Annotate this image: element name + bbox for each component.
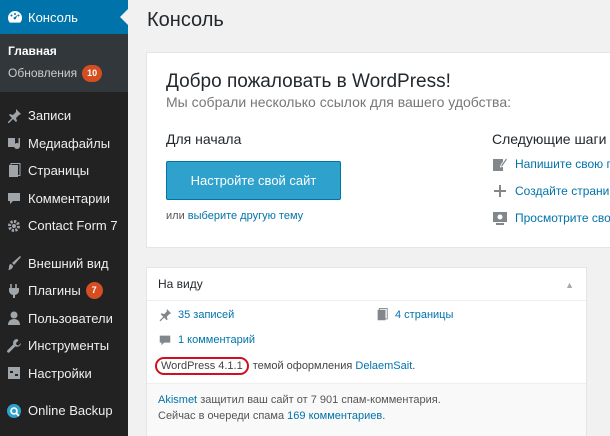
akismet-text: защитил ваш сайт от 7 901 спам-комментар… bbox=[200, 394, 441, 406]
theme-text: темой оформления bbox=[252, 360, 353, 372]
plugin-update-badge: 7 bbox=[85, 282, 103, 300]
queue-text: Сейчас в очереди спама bbox=[158, 410, 285, 422]
customize-site-button[interactable]: Настройте свой сайт bbox=[166, 161, 341, 200]
akismet-line: Akismet защитил ваш сайт от 7 901 спам-к… bbox=[158, 392, 575, 408]
version-line: WordPress 4.1.1 темой оформления DelaemS… bbox=[155, 357, 415, 375]
spam-queue-link[interactable]: 169 комментариев bbox=[287, 410, 382, 422]
widget-header[interactable]: На виду ▲ bbox=[147, 268, 586, 301]
brush-icon bbox=[6, 255, 22, 271]
pin-icon bbox=[158, 308, 172, 322]
sidebar-item-label: Комментарии bbox=[28, 190, 110, 206]
pages-count[interactable]: 4 страницы bbox=[375, 308, 453, 322]
wordpress-version: WordPress 4.1.1 bbox=[155, 357, 249, 375]
sidebar-item-settings[interactable]: Настройки bbox=[0, 360, 128, 388]
plus-icon bbox=[492, 183, 508, 199]
sidebar-item-plugins[interactable]: Плагины 7 bbox=[0, 277, 128, 305]
pin-icon bbox=[6, 108, 22, 124]
sidebar-item-appearance[interactable]: Внешний вид bbox=[0, 250, 128, 278]
update-count-badge: 10 bbox=[82, 64, 103, 82]
submenu-item-home[interactable]: Главная bbox=[0, 40, 128, 62]
page-icon bbox=[375, 308, 389, 322]
collapse-arrow-icon[interactable]: ▲ bbox=[565, 280, 574, 290]
period: . bbox=[412, 360, 416, 372]
welcome-panel: Добро пожаловать в WordPress! Мы собрали… bbox=[146, 52, 610, 248]
sidebar-item-users[interactable]: Пользователи bbox=[0, 305, 128, 333]
main-content: Консоль Добро пожаловать в WordPress! Мы… bbox=[128, 0, 610, 436]
sidebar-item-pages[interactable]: Страницы bbox=[0, 157, 128, 185]
comments-count[interactable]: 1 комментарий bbox=[158, 333, 255, 347]
submenu-label: Обновления bbox=[8, 66, 78, 80]
choose-theme-link[interactable]: выберите другую тему bbox=[188, 210, 303, 222]
sidebar-item-label: Настройки bbox=[28, 365, 92, 381]
sidebar-item-label: Плагины bbox=[28, 283, 81, 299]
sidebar-item-label: Пользователи bbox=[28, 310, 113, 326]
sidebar-item-posts[interactable]: Записи bbox=[0, 102, 128, 130]
akismet-link[interactable]: Akismet bbox=[158, 394, 197, 406]
akismet-stats: Akismet защитил ваш сайт от 7 901 спам-к… bbox=[147, 383, 586, 436]
sidebar-item-online-backup[interactable]: Online Backup bbox=[0, 397, 128, 425]
at-a-glance-widget: На виду ▲ 35 записей 4 страницы 1 коммен… bbox=[146, 267, 587, 436]
comment-icon bbox=[158, 333, 172, 347]
get-started-heading: Для начала bbox=[166, 131, 242, 147]
edit-icon bbox=[492, 156, 508, 172]
next-step-view-site[interactable]: Просмотрите сво bbox=[492, 210, 610, 226]
spam-queue-line: Сейчас в очереди спама 169 комментариев. bbox=[158, 408, 575, 424]
sidebar-item-comments[interactable]: Комментарии bbox=[0, 185, 128, 213]
user-icon bbox=[6, 310, 22, 326]
sidebar-item-label: Записи bbox=[28, 108, 72, 124]
next-step-label: Создайте страни bbox=[515, 184, 610, 198]
alt-theme-line: или выберите другую тему bbox=[166, 210, 303, 222]
sidebar-item-dashboard[interactable]: Консоль bbox=[0, 0, 128, 34]
sidebar-item-label: Инструменты bbox=[28, 338, 110, 354]
sidebar-item-tools[interactable]: Инструменты bbox=[0, 332, 128, 360]
settings-icon bbox=[6, 365, 22, 381]
next-steps-heading: Следующие шаги bbox=[492, 131, 607, 147]
sidebar-item-label: Online Backup bbox=[28, 403, 113, 419]
posts-count-label: 35 записей bbox=[178, 309, 235, 321]
next-step-create-page[interactable]: Создайте страни bbox=[492, 183, 609, 199]
welcome-about: Мы собрали несколько ссылок для вашего у… bbox=[166, 94, 512, 110]
posts-count[interactable]: 35 записей bbox=[158, 308, 234, 322]
next-step-label: Просмотрите сво bbox=[515, 211, 610, 225]
wrench-icon bbox=[6, 338, 22, 354]
welcome-title: Добро пожаловать в WordPress! bbox=[166, 71, 451, 92]
next-step-write-post[interactable]: Напишите свою п bbox=[492, 156, 610, 172]
gear-icon bbox=[6, 218, 22, 234]
dashboard-icon bbox=[7, 9, 23, 25]
view-icon bbox=[492, 210, 508, 226]
backup-icon bbox=[6, 403, 22, 419]
media-icon bbox=[6, 135, 22, 151]
submenu-item-updates[interactable]: Обновления 10 bbox=[0, 62, 128, 84]
pages-count-label: 4 страницы bbox=[395, 309, 454, 321]
or-text: или bbox=[166, 210, 185, 222]
page-icon bbox=[6, 162, 22, 179]
next-step-label: Напишите свою п bbox=[515, 157, 610, 171]
plug-icon bbox=[6, 283, 22, 299]
comment-icon bbox=[6, 190, 22, 206]
sidebar-item-label: Страницы bbox=[28, 163, 90, 179]
widget-title: На виду bbox=[158, 277, 203, 291]
comments-count-label: 1 комментарий bbox=[178, 334, 255, 346]
submenu-label: Главная bbox=[8, 44, 57, 58]
sidebar-item-label: Консоль bbox=[28, 9, 78, 25]
sidebar-item-media[interactable]: Медиафайлы bbox=[0, 130, 128, 158]
page-title: Консоль bbox=[147, 9, 224, 31]
dashboard-submenu: Главная Обновления 10 bbox=[0, 34, 128, 92]
sidebar-item-label: Contact Form 7 bbox=[28, 218, 118, 234]
theme-link[interactable]: DelaemSait bbox=[355, 360, 412, 372]
admin-sidebar: Консоль Главная Обновления 10 Записи Меди… bbox=[0, 0, 128, 436]
sidebar-item-label: Внешний вид bbox=[28, 255, 109, 271]
sidebar-item-contact-form[interactable]: Contact Form 7 bbox=[0, 212, 128, 240]
sidebar-item-label: Медиафайлы bbox=[28, 135, 111, 151]
queue-end: . bbox=[382, 410, 386, 422]
